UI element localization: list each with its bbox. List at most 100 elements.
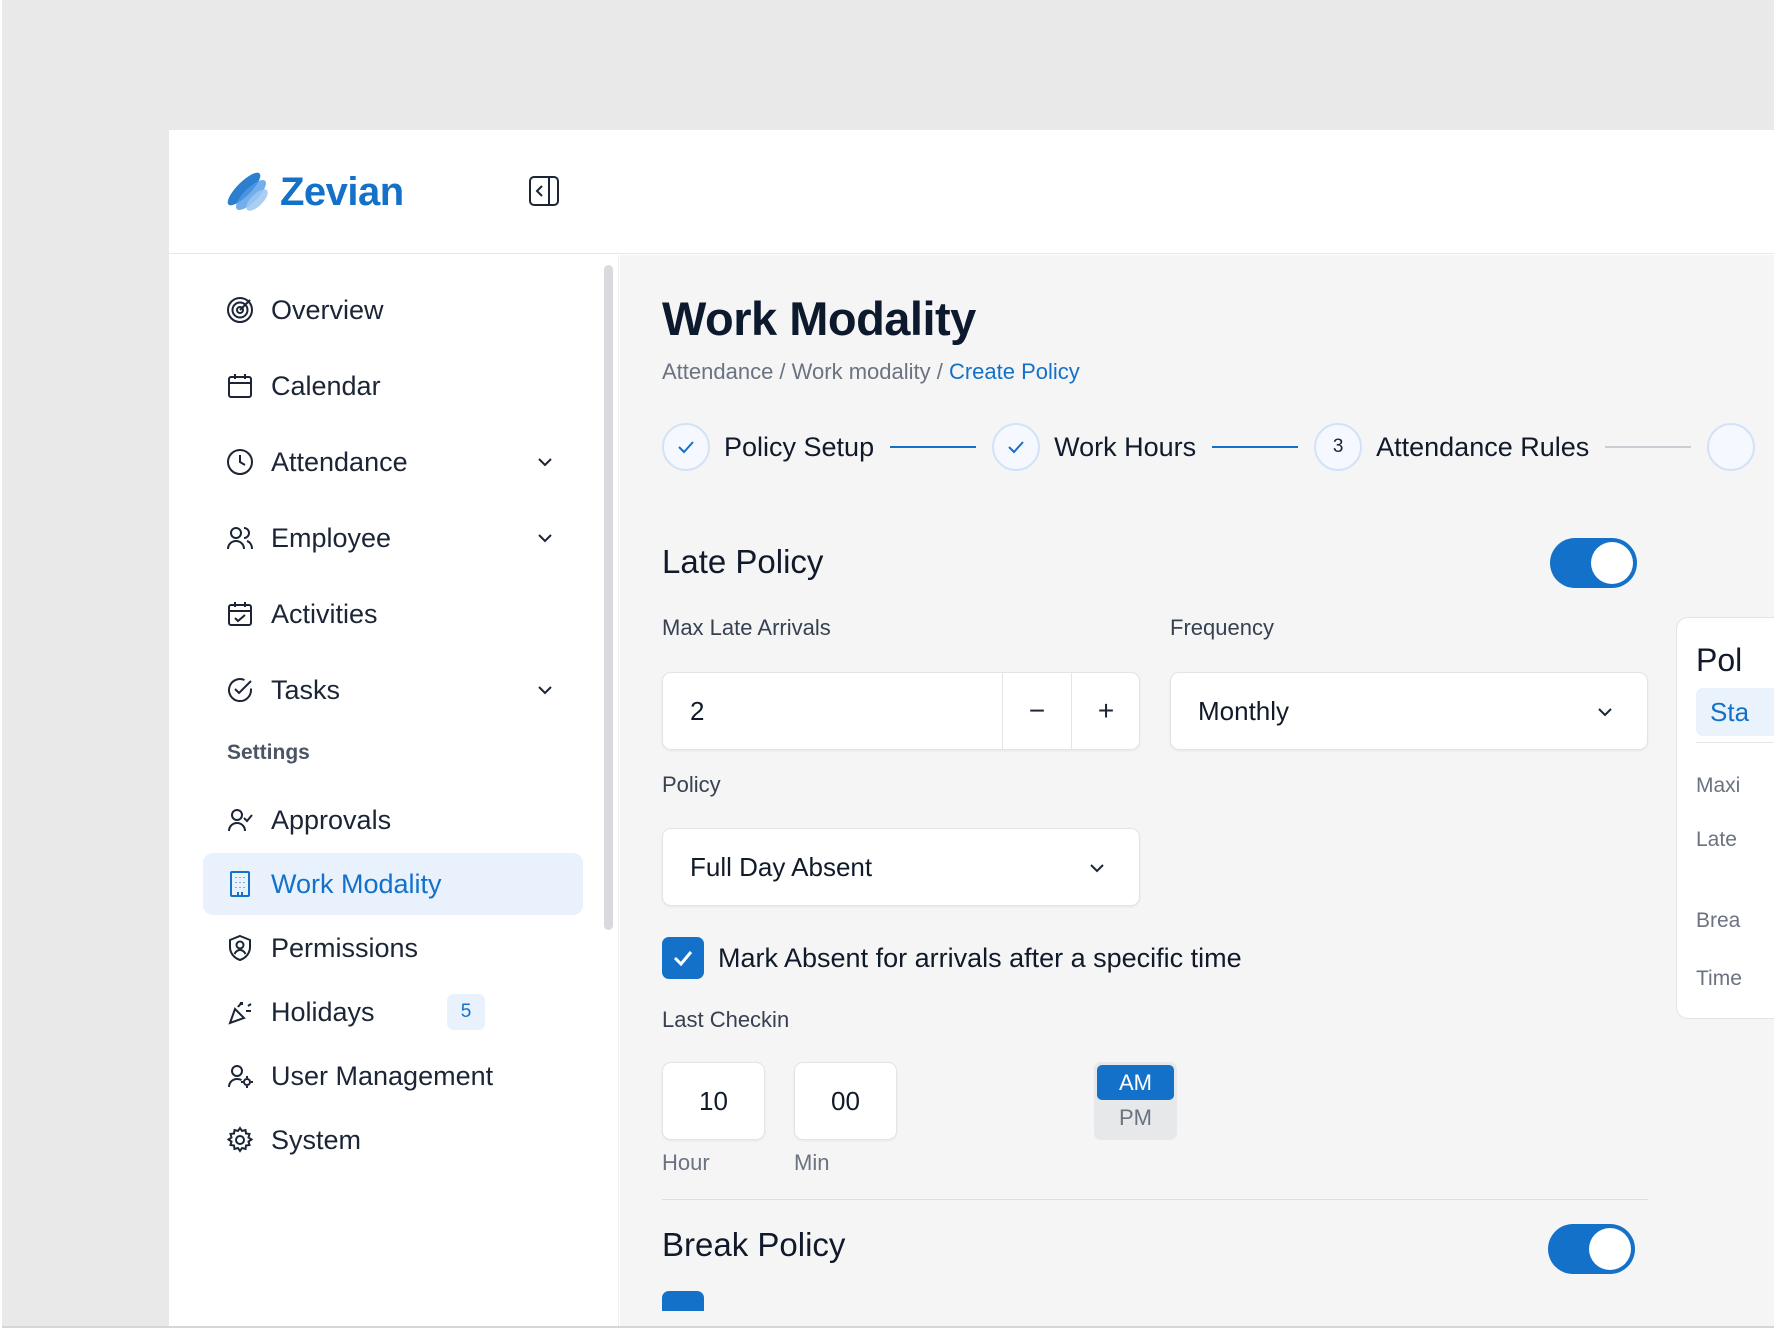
step-connector — [1212, 446, 1299, 448]
sidebar-item-label: Tasks — [271, 674, 341, 705]
max-late-arrivals-label: Max Late Arrivals — [662, 615, 831, 640]
step-done-check-icon — [992, 423, 1041, 471]
toggle-knob — [1589, 1228, 1631, 1270]
top-bar: Zevian — [169, 130, 1774, 254]
section-divider — [662, 1199, 1648, 1200]
sidebar-item-permissions[interactable]: Permissions — [203, 917, 583, 979]
chevron-down-icon[interactable] — [533, 526, 557, 550]
sidebar-item-employee[interactable]: Employee — [203, 507, 583, 569]
sidebar-item-label: Attendance — [271, 446, 408, 477]
step-connector — [1605, 446, 1692, 448]
late-policy-toggle[interactable] — [1550, 538, 1637, 588]
step-label: Work Hours — [1054, 431, 1197, 462]
gear-icon — [225, 1125, 255, 1155]
sidebar-collapse-icon — [529, 176, 559, 206]
hour-label: Hour — [662, 1150, 710, 1175]
breadcrumb: Attendance / Work modality / Create Poli… — [662, 359, 1080, 385]
policy-stepper: Policy Setup Work Hours 3 Attendance Rul… — [662, 422, 1774, 472]
step-work-hours[interactable]: Work Hours — [992, 423, 1196, 471]
sidebar-item-tasks[interactable]: Tasks — [203, 659, 583, 721]
sidebar-item-label: Activities — [271, 598, 378, 629]
max-late-arrivals-value[interactable]: 2 — [690, 696, 704, 727]
sidebar-item-system[interactable]: System — [203, 1109, 583, 1171]
collapse-sidebar-button[interactable] — [527, 174, 561, 208]
min-label: Min — [794, 1150, 830, 1175]
clock-icon — [225, 447, 255, 477]
frequency-label: Frequency — [1170, 615, 1274, 640]
summary-row-label: Maxi — [1696, 774, 1741, 797]
pm-option[interactable]: PM — [1097, 1100, 1174, 1135]
step-label: Policy Setup — [724, 431, 875, 462]
step-policy-setup[interactable]: Policy Setup — [662, 423, 874, 471]
sidebar-item-user-management[interactable]: User Management — [203, 1045, 583, 1107]
brand-name: Zevian — [280, 169, 404, 214]
sidebar-item-work-modality[interactable]: Work Modality — [203, 853, 583, 915]
decrement-button[interactable]: − — [1002, 673, 1071, 749]
frequency-select[interactable]: Monthly — [1170, 672, 1648, 750]
sidebar-scrollbar[interactable] — [604, 265, 613, 930]
sidebar: Overview Calendar Attendance Employee Ac… — [169, 255, 619, 1326]
chevron-down-icon[interactable] — [533, 678, 557, 702]
chevron-down-icon[interactable] — [533, 450, 557, 474]
last-checkin-label: Last Checkin — [662, 1007, 790, 1032]
sidebar-nav: Overview Calendar Attendance Employee Ac… — [203, 279, 583, 1173]
breadcrumb-link-attendance[interactable]: Attendance — [662, 359, 773, 384]
summary-row-label: Brea — [1696, 909, 1741, 932]
break-policy-checkbox[interactable] — [662, 1291, 704, 1311]
radar-icon — [225, 295, 255, 325]
step-attendance-rules[interactable]: 3 Attendance Rules — [1314, 423, 1589, 471]
hour-input[interactable]: 10 — [662, 1062, 765, 1140]
policy-select[interactable]: Full Day Absent — [662, 828, 1140, 906]
step-number: 3 — [1314, 423, 1363, 471]
sidebar-item-label: System — [271, 1124, 362, 1155]
app-window: Zevian Overview Calendar Attendance Empl… — [169, 130, 1774, 1326]
frequency-value: Monthly — [1198, 696, 1290, 726]
summary-card-divider — [1696, 742, 1774, 743]
minute-input[interactable]: 00 — [794, 1062, 897, 1140]
step-connector — [890, 446, 977, 448]
calendar-icon — [225, 371, 255, 401]
sidebar-item-holidays[interactable]: Holidays 5 — [203, 981, 583, 1043]
user-cog-icon — [225, 1061, 255, 1091]
sidebar-item-approvals[interactable]: Approvals — [203, 789, 583, 851]
sidebar-item-label: Overview — [271, 294, 384, 325]
mark-absent-checkbox[interactable] — [662, 937, 704, 979]
breadcrumb-separator: / — [930, 359, 949, 384]
shield-user-icon — [225, 933, 255, 963]
users-icon — [225, 523, 255, 553]
am-option[interactable]: AM — [1097, 1065, 1174, 1100]
mark-absent-label[interactable]: Mark Absent for arrivals after a specifi… — [718, 943, 1242, 974]
sidebar-item-label: Calendar — [271, 370, 381, 401]
summary-card-tab-label: Sta — [1710, 697, 1750, 727]
break-policy-toggle[interactable] — [1548, 1224, 1635, 1274]
screenshot-backdrop: Zevian Overview Calendar Attendance Empl… — [2, 0, 1774, 1328]
checkmark-icon — [673, 951, 693, 967]
chevron-down-icon — [1090, 864, 1104, 873]
sidebar-item-overview[interactable]: Overview — [203, 279, 583, 341]
page-title: Work Modality — [662, 292, 976, 345]
sidebar-item-calendar[interactable]: Calendar — [203, 355, 583, 417]
policy-value: Full Day Absent — [690, 852, 873, 882]
brand-logo[interactable]: Zevian — [224, 167, 404, 217]
sidebar-item-label: User Management — [271, 1060, 494, 1091]
am-pm-toggle[interactable]: AM PM — [1094, 1062, 1177, 1140]
break-policy-title: Break Policy — [662, 1226, 846, 1263]
late-policy-title: Late Policy — [662, 543, 824, 580]
summary-card-title: Pol — [1696, 642, 1743, 678]
calendar-check-icon — [225, 599, 255, 629]
increment-button[interactable]: + — [1071, 673, 1140, 749]
breadcrumb-link-work-modality[interactable]: Work modality — [792, 359, 931, 384]
max-late-arrivals-stepper[interactable]: 2 − + — [662, 672, 1140, 750]
breadcrumb-separator: / — [773, 359, 792, 384]
sidebar-item-label: Permissions — [271, 932, 419, 963]
sidebar-item-label: Holidays — [271, 996, 375, 1027]
holidays-count-badge: 5 — [447, 994, 485, 1030]
step-next-circle[interactable] — [1707, 423, 1756, 471]
sidebar-item-activities[interactable]: Activities — [203, 583, 583, 645]
step-done-check-icon — [662, 423, 710, 471]
sidebar-item-label: Employee — [271, 522, 392, 553]
summary-card-tab[interactable]: Sta — [1696, 688, 1774, 736]
step-label: Attendance Rules — [1376, 431, 1590, 462]
user-check-icon — [225, 805, 255, 835]
sidebar-item-attendance[interactable]: Attendance — [203, 431, 583, 493]
